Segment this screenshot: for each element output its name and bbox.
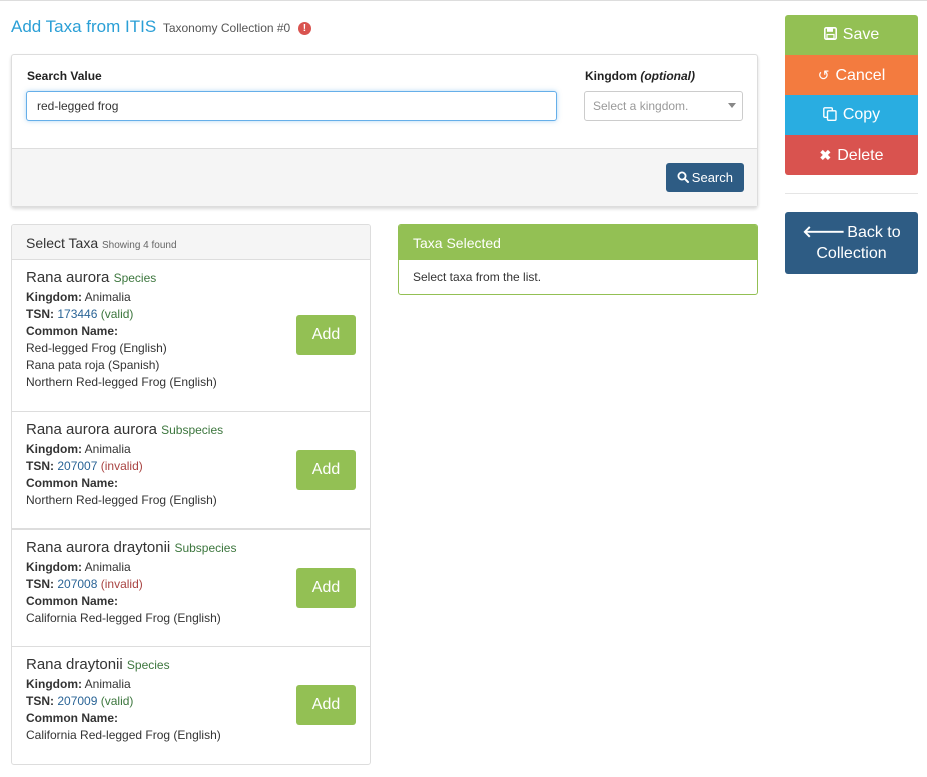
- taxa-selected-panel: Taxa Selected Select taxa from the list.: [398, 224, 758, 295]
- select-taxa-count: Showing 4 found: [102, 240, 177, 251]
- page-title: Add Taxa from ITIS Taxonomy Collection #…: [11, 17, 311, 37]
- taxon-name-line: Rana aurora aurora Subspecies: [26, 421, 356, 439]
- search-button[interactable]: Search: [665, 163, 744, 192]
- tsn-value: 207009: [57, 694, 98, 708]
- save-button-label: Save: [842, 26, 880, 43]
- delete-button-label: Delete: [837, 147, 884, 164]
- kingdom-key: Kingdom:: [26, 290, 82, 304]
- search-button-label: Search: [691, 170, 733, 185]
- kingdom-label: Kingdom (optional): [585, 69, 695, 83]
- taxon-item: Rana aurora aurora Subspecies Kingdom: A…: [12, 412, 370, 529]
- kingdom-key: Kingdom:: [26, 442, 82, 456]
- cancel-button-label: Cancel: [835, 67, 886, 84]
- tsn-status: (valid): [100, 307, 134, 321]
- common-name: California Red-legged Frog (English): [26, 611, 221, 625]
- back-button-line1: 🡐 Back to: [785, 222, 918, 243]
- kingdom-key: Kingdom:: [26, 560, 82, 574]
- add-taxon-button[interactable]: Add: [296, 315, 356, 355]
- add-taxon-button[interactable]: Add: [296, 450, 356, 490]
- divider: [785, 193, 918, 194]
- tsn-key: TSN:: [26, 694, 54, 708]
- page-title-text: Add Taxa from ITIS: [11, 17, 157, 36]
- search-footer: Search: [12, 148, 757, 206]
- tsn-key: TSN:: [26, 577, 54, 591]
- copy-button[interactable]: Copy: [785, 95, 918, 135]
- select-taxa-title: Select Taxa: [26, 235, 99, 251]
- kingdom-label-text: Kingdom: [585, 69, 637, 83]
- copy-icon: [822, 107, 837, 121]
- tsn-status: (valid): [100, 694, 134, 708]
- kingdom-select[interactable]: Select a kingdom.: [584, 91, 743, 121]
- tsn-value: 173446: [57, 307, 98, 321]
- tsn-value: 207007: [57, 459, 98, 473]
- search-input[interactable]: [26, 91, 557, 121]
- common-name-key: Common Name:: [26, 594, 119, 608]
- add-taxon-button[interactable]: Add: [296, 568, 356, 608]
- kingdom-value: Animalia: [84, 560, 131, 574]
- save-button[interactable]: Save: [785, 15, 918, 55]
- taxon-name: Rana aurora draytonii: [26, 539, 171, 556]
- kingdom-value: Animalia: [84, 442, 131, 456]
- times-icon: ✖: [819, 147, 832, 163]
- taxon-name-line: Rana aurora Species: [26, 269, 356, 287]
- taxa-selected-title: Taxa Selected: [399, 225, 757, 260]
- arrow-left-icon: 🡐: [802, 224, 846, 241]
- copy-button-label: Copy: [842, 106, 881, 123]
- common-name: Rana pata roja (Spanish): [26, 358, 160, 372]
- taxon-rank: Species: [113, 271, 157, 285]
- undo-icon: ↺: [817, 67, 830, 83]
- search-panel: Search Value Kingdom (optional) Select a…: [11, 54, 758, 207]
- tsn-status: (invalid): [100, 577, 143, 591]
- taxon-rank: Subspecies: [161, 423, 224, 437]
- select-taxa-panel: Select Taxa Showing 4 found Rana aurora …: [11, 224, 371, 765]
- common-name-key: Common Name:: [26, 324, 119, 338]
- cancel-button[interactable]: ↺ Cancel: [785, 55, 918, 95]
- tsn-key: TSN:: [26, 459, 54, 473]
- common-name: Northern Red-legged Frog (English): [26, 493, 217, 507]
- back-button-label-2: Collection: [816, 245, 887, 262]
- taxon-name: Rana aurora aurora: [26, 421, 157, 438]
- taxon-rank: Species: [126, 658, 170, 672]
- taxa-selected-empty-text: Select taxa from the list.: [413, 270, 542, 284]
- common-name: Northern Red-legged Frog (English): [26, 375, 217, 389]
- select-taxa-heading: Select Taxa Showing 4 found: [12, 225, 370, 260]
- back-to-collection-button[interactable]: 🡐 Back to Collection: [785, 212, 918, 274]
- taxon-name: Rana draytonii: [26, 656, 123, 673]
- taxon-name-line: Rana aurora draytonii Subspecies: [26, 539, 356, 557]
- kingdom-optional-text: (optional): [640, 69, 695, 83]
- common-name-key: Common Name:: [26, 711, 119, 725]
- tsn-status: (invalid): [100, 459, 143, 473]
- common-name-key: Common Name:: [26, 476, 119, 490]
- common-name: California Red-legged Frog (English): [26, 728, 221, 742]
- taxon-kingdom: Kingdom: Animalia: [26, 289, 356, 306]
- search-icon: [677, 171, 689, 183]
- taxon-item: Rana aurora draytonii Subspecies Kingdom…: [12, 529, 370, 647]
- taxon-name-line: Rana draytonii Species: [26, 656, 356, 674]
- kingdom-key: Kingdom:: [26, 677, 82, 691]
- tsn-key: TSN:: [26, 307, 54, 321]
- back-button-label-1: Back to: [847, 224, 901, 241]
- taxon-item: Rana aurora Species Kingdom: Animalia TS…: [12, 260, 370, 412]
- caret-down-icon: [728, 103, 736, 108]
- kingdom-value: Animalia: [84, 677, 131, 691]
- tsn-value: 207008: [57, 577, 98, 591]
- taxon-name: Rana aurora: [26, 269, 110, 286]
- page-subtitle: Taxonomy Collection #0: [162, 21, 291, 35]
- exclamation-circle-icon: !: [297, 22, 311, 35]
- add-taxon-button[interactable]: Add: [296, 685, 356, 725]
- delete-button[interactable]: ✖ Delete: [785, 135, 918, 175]
- taxon-rank: Subspecies: [174, 541, 237, 555]
- floppy-disk-icon: [823, 27, 837, 40]
- kingdom-value: Animalia: [84, 290, 131, 304]
- taxon-item: Rana draytonii Species Kingdom: Animalia…: [12, 647, 370, 764]
- search-value-label: Search Value: [27, 69, 102, 83]
- kingdom-select-placeholder: Select a kingdom.: [593, 99, 689, 113]
